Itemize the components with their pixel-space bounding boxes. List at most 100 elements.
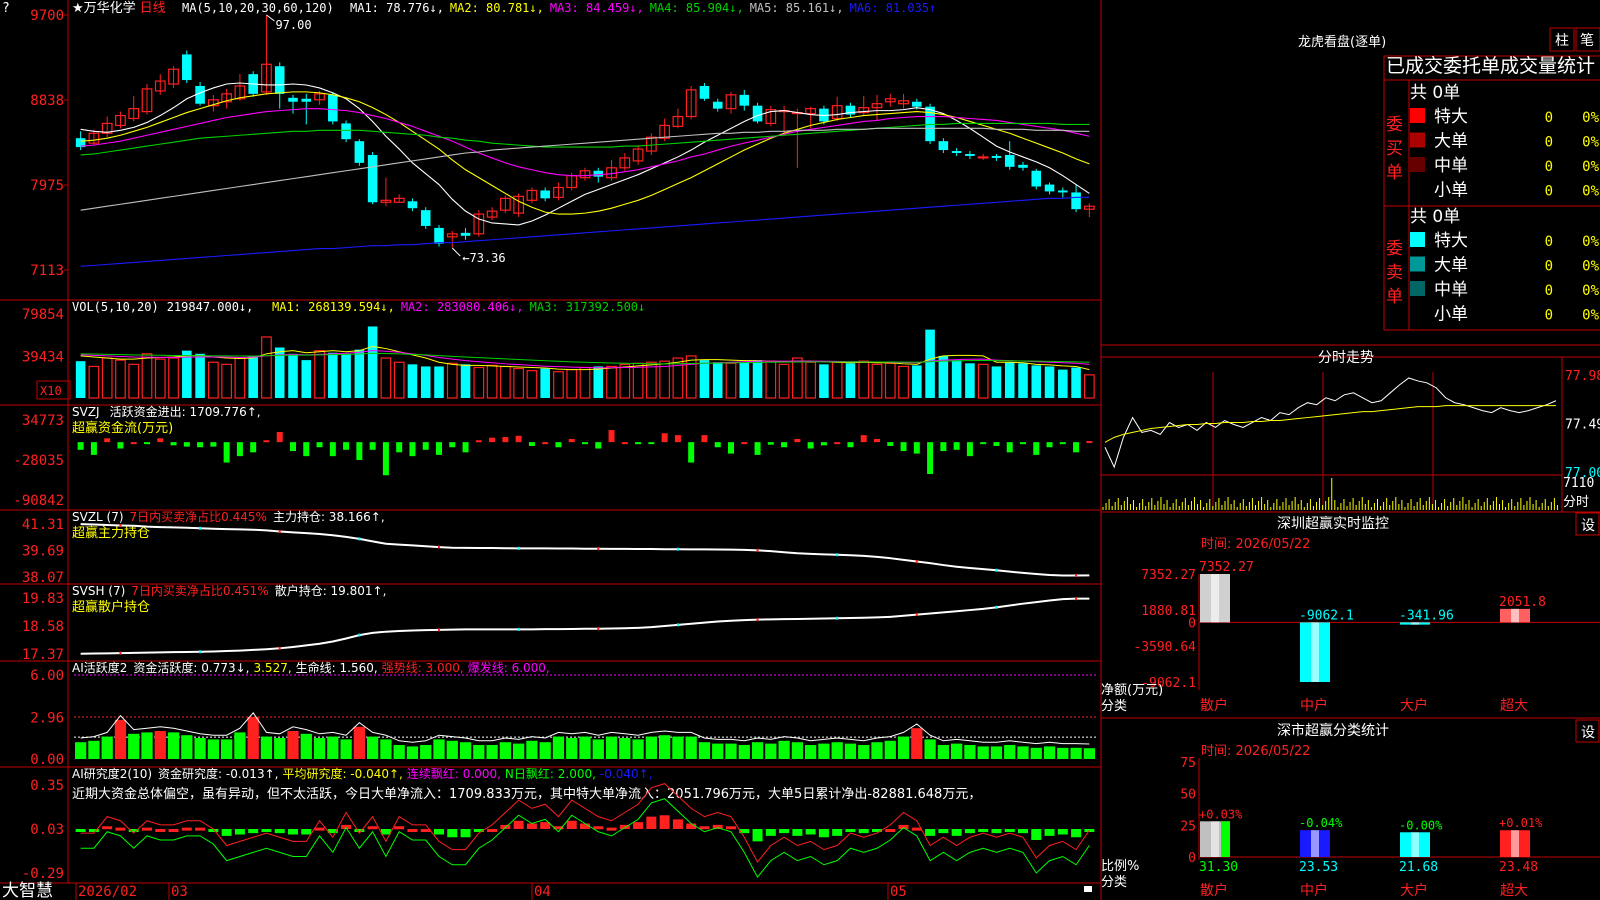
svzl-tick-mark — [438, 545, 440, 549]
volume-bar — [712, 362, 723, 398]
ai-activity-bar — [300, 733, 312, 759]
svsh-y-tick: 18.58 — [22, 619, 64, 635]
ai-activity-bar — [393, 745, 405, 759]
volume-bar — [380, 357, 392, 399]
fund-flow-bar — [276, 431, 283, 443]
ai-activity-bar — [313, 738, 326, 759]
ai-activity-bar — [274, 738, 286, 759]
volume-bar — [460, 364, 471, 398]
candle-body-down — [460, 232, 471, 236]
ai-research-bar — [633, 822, 644, 829]
ma-line-3 — [80, 108, 1090, 177]
monitor-bar-group: 2051.8 — [1499, 595, 1546, 623]
candle-body-down — [1071, 192, 1081, 210]
price-y-tick: 9700 — [30, 8, 64, 24]
svzl-tick-mark — [517, 546, 520, 550]
retail-holding-panel[interactable]: SVSH (7) 7日内买卖净占比0.451% 散户持仓: 19.801↑, 超赢散… — [22, 583, 1090, 663]
ai-research-bar — [407, 829, 418, 832]
volume-bar — [912, 365, 922, 398]
volume-bar — [446, 362, 458, 399]
ai-activity-bar — [619, 738, 631, 759]
ai-research-panel[interactable]: AI研究度2(10) 资金研究度: -0.013↑, 平均研究度: -0.040↑,… — [22, 766, 1095, 882]
fund-flow-bar — [767, 442, 774, 445]
volume-bar — [977, 363, 989, 399]
ai-activity-bar — [512, 743, 525, 759]
stock-title: ★万华化学 日线 — [72, 0, 166, 16]
ai-research-y-tick: 0.03 — [30, 822, 64, 838]
side-label-char: 单 — [1386, 163, 1403, 183]
ai-research-header: AI研究度2(10) 资金研究度: -0.013↑, 平均研究度: -0.040↑,… — [72, 766, 652, 781]
ai-research-bar — [248, 829, 259, 834]
fund-flow-bar — [834, 442, 841, 445]
main-holding-panel[interactable]: SVZL (7) 7日内买卖净占比0.445% 主力持仓: 38.166↑, 超赢主… — [22, 509, 1090, 586]
class-category: 大户 — [1400, 882, 1428, 899]
lock-icon[interactable] — [1084, 886, 1092, 892]
ai-research-bar — [951, 829, 962, 836]
top-icon[interactable]: ? — [2, 1, 10, 16]
fund-flow-bar — [489, 437, 496, 443]
ai-activity-bar — [712, 743, 724, 759]
candle-body-down — [699, 85, 710, 99]
monitor-bar-label: -9062.1 — [1299, 608, 1354, 623]
ai-activity-bar — [340, 739, 352, 759]
candle-body-down — [288, 97, 298, 102]
fund-flow-bar — [927, 442, 934, 474]
dragon-tiger-panel[interactable]: 龙虎看盘(逐单) 柱 笔 已成交委托单成交量统计 委买单 委卖单 共 0单 共 … — [1298, 27, 1600, 325]
class-stats-panel[interactable]: 深市超赢分类统计 设 时间: 2026/05/22 75 50 25 0 +0.03%… — [1101, 719, 1600, 899]
ai-research-bar — [805, 829, 816, 835]
fund-flow-bar — [170, 442, 177, 446]
fund-flow-bar — [608, 430, 615, 443]
candle-body-down — [420, 210, 431, 226]
ai-activity-bar — [101, 736, 113, 759]
monitor-category: 散户 — [1200, 697, 1228, 714]
fund-flow-bar — [1006, 442, 1013, 453]
sell-row-count: 0 — [1545, 259, 1553, 275]
svzl-y-tick: 39.69 — [22, 544, 64, 560]
realtime-monitor-panel[interactable]: 深圳超赢实时监控 设 时间: 2026/05/22 7352.271880.81… — [1101, 512, 1600, 714]
buy-row-pct: 0% — [1582, 159, 1599, 175]
ai-activity-bar — [911, 728, 923, 759]
fund-flow-panel[interactable]: SVZJ 活跃资金进出: 1709.776↑, 超赢资金流(万元) 34773 -2… — [13, 404, 1093, 509]
volume-bar — [154, 358, 166, 399]
intraday-y-axis: 77.9877.4977.00 — [1565, 369, 1600, 481]
buy-total: 共 0单 — [1410, 83, 1460, 103]
ai-activity-bar — [247, 717, 259, 759]
ai-activity-bar — [658, 735, 671, 759]
ai-activity-bar — [260, 736, 273, 759]
sell-row-name: 中单 — [1434, 280, 1468, 300]
ai-activity-bar — [420, 745, 432, 759]
high-label: 97.00 — [275, 18, 311, 32]
monitor-bars: 7352.27 -9062.1 -341.96 2051.8 — [1199, 560, 1546, 682]
svsh-line — [80, 597, 1090, 655]
ai-activity-bar — [114, 719, 127, 759]
class-bar-accent — [1221, 821, 1230, 857]
ai-research-bar — [858, 829, 869, 834]
ai-research-bar — [261, 829, 272, 832]
price-panel[interactable]: ? ★万华化学 日线 MA(5,10,20,30,60,120) MA1: 78.… — [2, 0, 1095, 279]
fund-flow-bar — [674, 435, 681, 443]
class-value-label: 21.68 — [1399, 860, 1438, 875]
volume-bar — [606, 365, 617, 399]
volume-bar — [314, 350, 325, 399]
intraday-panel[interactable]: 分时走势 77.9877.4977.00 7110 分时 — [1101, 350, 1600, 512]
volume-bar — [739, 362, 750, 398]
volume-bar — [965, 363, 975, 398]
ai-activity-bar — [167, 732, 180, 759]
volume-bar — [513, 367, 525, 399]
buy-row-pct: 0% — [1582, 184, 1599, 200]
ai-activity-panel[interactable]: AI活跃度2 资金活跃度: 0.773↓, 3.527, 生命线: 1.560, 强势线… — [30, 660, 1096, 768]
volume-bar — [88, 365, 100, 399]
ai-active-y-tick: 0.00 — [30, 752, 64, 768]
volume-bar — [168, 357, 179, 399]
volume-bar — [925, 329, 935, 398]
volume-panel[interactable]: VOL(5,10,20) 219847.000↓, MA1: 268139.594… — [22, 300, 1095, 400]
svsh-tick-mark — [438, 628, 440, 632]
fund-flow-bars — [77, 430, 1093, 476]
candle-body-down — [593, 170, 604, 177]
research-green-line — [80, 798, 1090, 879]
buy-row-swatch — [1410, 157, 1425, 172]
x-axis: 大智慧 2026/02 03 04 05 — [2, 881, 1092, 900]
ai-activity-bar — [207, 739, 220, 759]
ai-activity-bar — [924, 739, 936, 759]
period-label: 日线 — [140, 1, 166, 16]
